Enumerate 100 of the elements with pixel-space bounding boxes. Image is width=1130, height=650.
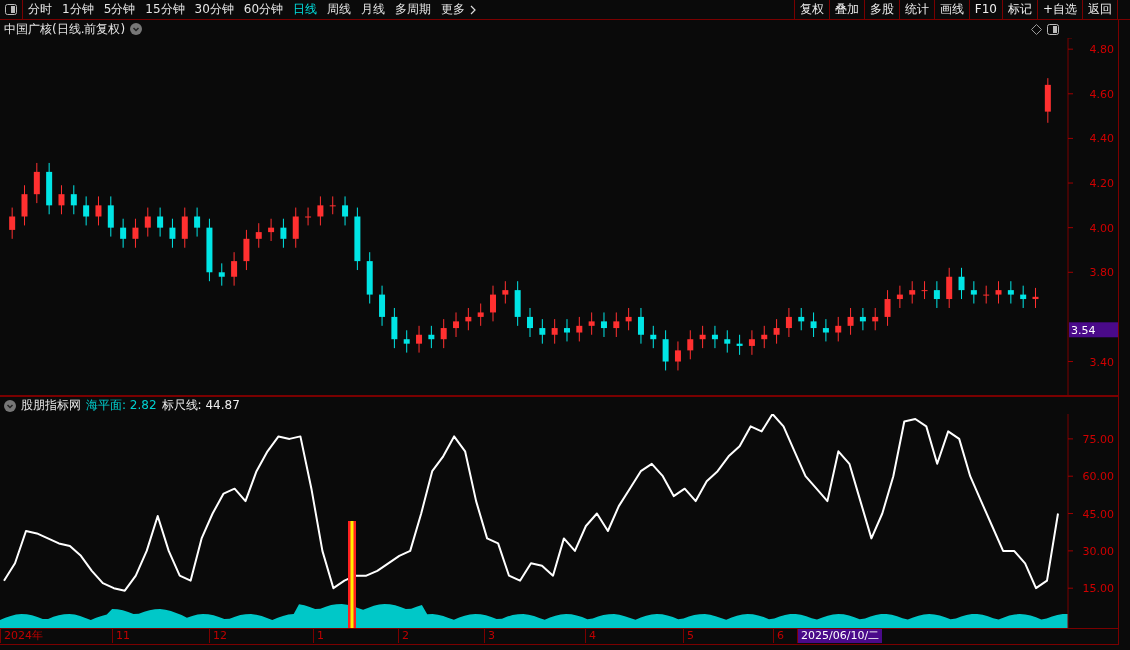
candle: [958, 267, 965, 300]
candle: [70, 184, 77, 215]
price-tick-label: 4.40: [1089, 132, 1114, 146]
toolbar-button[interactable]: 复权: [793, 0, 829, 19]
more-menu[interactable]: 更多: [436, 1, 471, 18]
candle: [366, 251, 373, 304]
candle: [711, 325, 718, 349]
candle: [403, 329, 410, 354]
period-tab[interactable]: 30分钟: [189, 1, 239, 18]
candle: [206, 218, 213, 282]
candle: [539, 318, 546, 345]
time-axis-label: 12: [209, 629, 230, 643]
toolbar-button[interactable]: 多股: [863, 0, 899, 19]
chevron-down-icon[interactable]: [4, 399, 16, 412]
candle: [601, 311, 607, 338]
ruler-line-value: 标尺线: 44.87: [161, 397, 240, 414]
candle: [564, 318, 570, 342]
candle: [391, 307, 398, 349]
candle: [674, 340, 681, 371]
time-axis-label: 3: [484, 629, 498, 643]
candle: [933, 280, 940, 309]
candle: [453, 311, 459, 338]
candle: [428, 325, 435, 349]
price-tick-label: 4.60: [1089, 87, 1114, 101]
candle: [342, 195, 349, 226]
candle: [243, 229, 250, 271]
candle: [835, 316, 842, 342]
candle: [440, 318, 447, 349]
candle: [107, 195, 114, 238]
candle: [1032, 287, 1039, 309]
candle: [970, 280, 977, 304]
candle: [120, 218, 127, 249]
candle: [255, 222, 262, 249]
candle: [317, 195, 324, 226]
panel-toggle-icon[interactable]: [5, 4, 17, 15]
time-axis-label: 4: [585, 629, 599, 643]
period-tab[interactable]: 周线: [322, 1, 357, 18]
candle: [983, 285, 990, 304]
candle: [699, 325, 706, 349]
sea-level-value: 海平面: 2.82: [86, 397, 157, 414]
candle: [194, 207, 201, 238]
candle: [921, 280, 928, 300]
candle: [946, 267, 953, 309]
candle: [847, 307, 854, 336]
candle: [354, 207, 361, 271]
toolbar-button[interactable]: 标记: [1001, 0, 1037, 19]
candle: [859, 307, 866, 331]
toolbar-button[interactable]: 叠加: [828, 0, 864, 19]
candle: [280, 218, 287, 249]
price-tick-label: 3.80: [1089, 266, 1114, 280]
period-tab[interactable]: 60分钟: [238, 1, 289, 18]
price-tick-label: 4.20: [1089, 177, 1114, 191]
candle: [144, 207, 151, 238]
period-tab[interactable]: 分时: [23, 1, 57, 18]
toolbar-button[interactable]: F10: [968, 0, 1002, 19]
toolbar-button[interactable]: +自选: [1036, 0, 1082, 19]
candle: [637, 307, 644, 345]
chart-title: 中国广核(日线.前复权): [4, 20, 126, 38]
time-axis-label: 2: [398, 629, 412, 643]
candle: [490, 285, 496, 322]
period-tab[interactable]: 1分钟: [57, 1, 99, 18]
period-tab[interactable]: 5分钟: [98, 1, 141, 18]
candle: [909, 280, 916, 304]
diamond-icon[interactable]: [1031, 23, 1042, 35]
candle: [724, 329, 731, 354]
chevron-down-icon[interactable]: [130, 23, 143, 35]
candle: [896, 285, 903, 309]
toolbar-button[interactable]: 统计: [898, 0, 934, 19]
toolbar-button[interactable]: 画线: [933, 0, 969, 19]
candle: [822, 318, 829, 342]
candle: [46, 162, 53, 215]
price-tick-label: 3.40: [1089, 355, 1114, 369]
period-tab[interactable]: 日线: [288, 1, 323, 18]
candle: [514, 280, 521, 327]
chevron-right-icon[interactable]: [470, 4, 477, 15]
period-tab[interactable]: 月线: [356, 1, 391, 18]
period-tab[interactable]: 15分钟: [140, 1, 190, 18]
candle: [1044, 77, 1051, 124]
candle: [884, 289, 891, 327]
time-axis-label: 2025/06/10/二: [797, 629, 883, 643]
indicator-tick-label: 75.00: [1082, 432, 1114, 446]
candle: [21, 184, 28, 226]
candle: [33, 162, 40, 204]
toolbar-button[interactable]: 返回: [1082, 0, 1117, 19]
period-tab[interactable]: 多周期: [390, 1, 437, 18]
candle: [810, 311, 817, 338]
candle: [662, 329, 669, 371]
candle: [551, 318, 558, 345]
candle: [798, 307, 805, 331]
indicator-name: 股朋指标网: [21, 397, 81, 414]
candle: [576, 316, 583, 342]
candle: [268, 218, 275, 242]
candle: [736, 334, 743, 356]
price-tick-label: 4.00: [1089, 221, 1114, 235]
panel-toggle-icon[interactable]: [1047, 23, 1059, 35]
candle: [181, 207, 188, 249]
candle: [650, 325, 657, 349]
candle: [773, 318, 780, 345]
candle: [872, 307, 879, 331]
indicator-tick-label: 30.00: [1082, 544, 1114, 558]
